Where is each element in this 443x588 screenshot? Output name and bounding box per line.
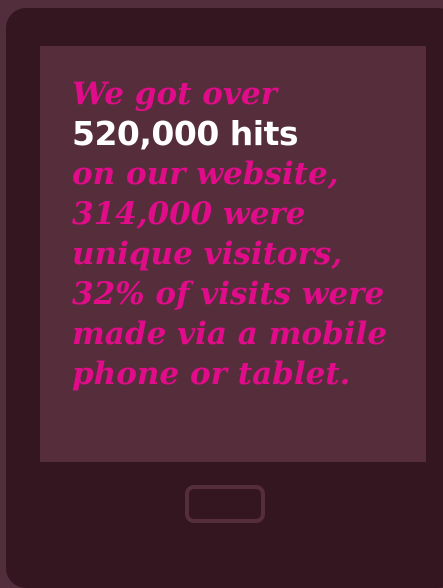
message-line-6: 32% of visits were [72,276,385,312]
tablet-screen: We got over 520,000 hits on our website,… [40,46,426,462]
message-line-7: made via a mobile [72,316,388,352]
statistics-message: We got over 520,000 hits on our website,… [72,74,422,394]
message-line-4: 314,000 were [72,196,306,232]
message-line-8: phone or tablet. [72,356,351,392]
message-line-5: unique visitors, [72,236,343,272]
home-button-icon [185,485,265,523]
message-line-3: on our website, [72,156,339,192]
message-highlight-hits: 520,000 hits [72,114,299,153]
message-line-1: We got over [72,76,278,112]
